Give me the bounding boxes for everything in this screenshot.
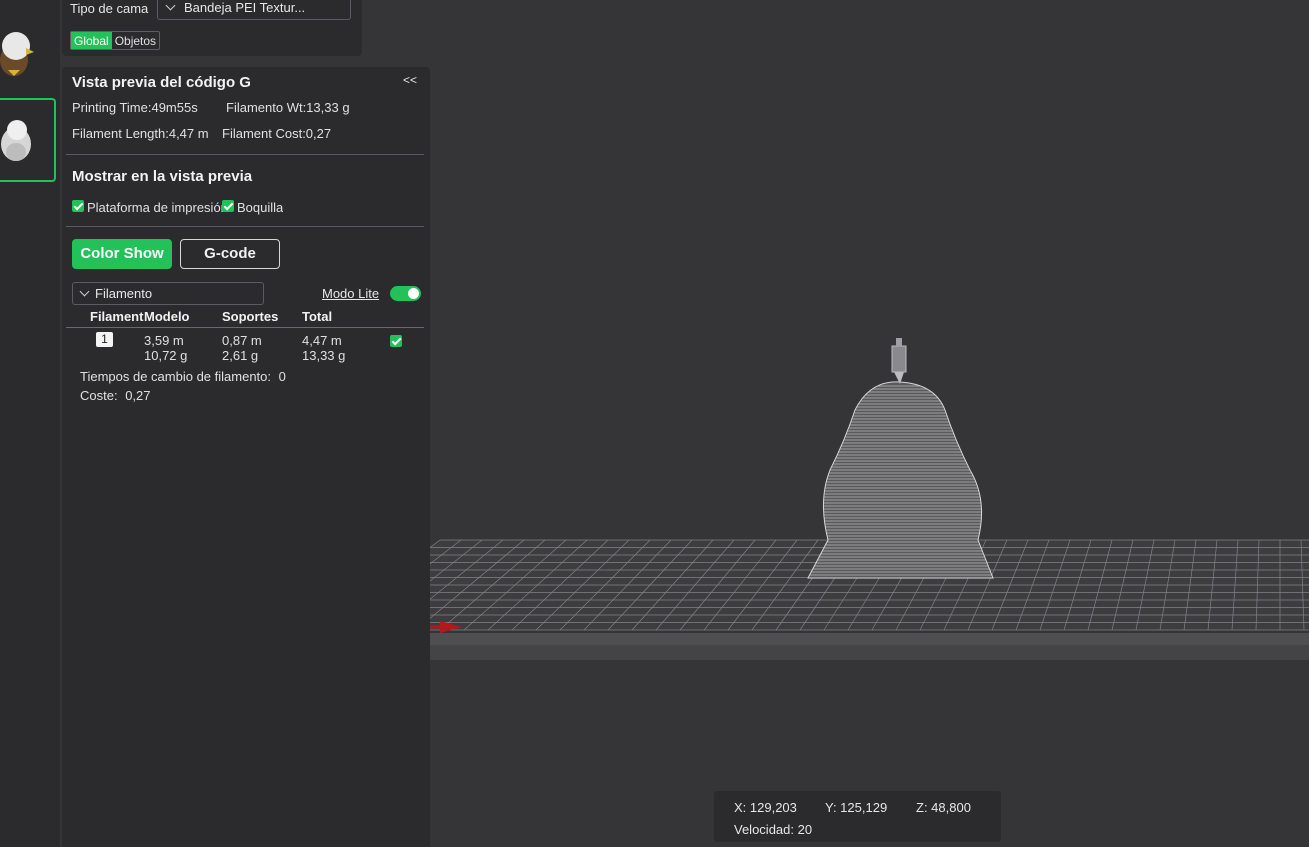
printing-time: Printing Time:49m55s [72,100,198,115]
support-weight: 2,61 g [222,348,259,363]
column-header-supports: Soportes [222,309,279,324]
cost-summary: Coste: 0,27 [80,388,151,403]
view-type-select[interactable]: Filamento [72,282,264,305]
table-divider [66,327,424,328]
object-thumbnail-penguin[interactable] [0,98,56,182]
scope-segmented-control: Global Objetos [70,31,161,50]
coord-z: Z: 48,800 [916,800,971,815]
show-plate-checkbox[interactable] [72,200,84,212]
lite-mode-toggle[interactable] [390,286,421,301]
support-length: 0,87 m [222,333,262,348]
bed-type-select[interactable]: Bandeja PEI Textur... [157,0,351,20]
total-weight: 13,33 g [302,348,346,363]
object-list-strip [0,0,60,847]
object-thumbnail-eagle[interactable] [0,0,56,86]
plate-settings-panel: Tipo de cama Bandeja PEI Textur... Globa… [62,0,362,56]
show-section-title: Mostrar en la vista previa [72,168,253,185]
bed-type-value: Bandeja PEI Textur... [184,0,306,15]
build-plate-edge [278,643,1309,660]
column-header-filament: Filamento [90,309,152,324]
divider [66,226,424,227]
divider [66,154,424,155]
lite-mode-label[interactable]: Modo Lite [322,286,379,301]
color-show-button[interactable]: Color Show [72,239,172,269]
show-nozzle-checkbox[interactable] [222,200,234,212]
show-nozzle-label: Boquilla [237,200,284,215]
filament-length: Filament Length:4,47 m [72,126,209,141]
filament-cost: Filament Cost:0,27 [222,126,332,141]
filament-weight: Filamento Wt:13,33 g [226,100,350,115]
show-plate-label: Plataforma de impresión [87,200,223,215]
chevron-down-icon [79,286,90,297]
gcode-preview-panel: Vista previa del código G << Printing Ti… [62,67,430,847]
coord-x: X: 129,203 [734,800,797,815]
gcode-button[interactable]: G-code [180,239,280,269]
model-weight: 10,72 g [144,348,188,363]
column-header-total: Total [302,309,333,324]
filament-change-times: Tiempos de cambio de filamento: 0 [80,369,286,384]
nozzle [891,338,907,384]
total-length: 4,47 m [302,333,342,348]
panel-title: Vista previa del código G [72,74,251,91]
tab-global[interactable]: Global [71,32,112,49]
bed-type-label: Tipo de cama [70,1,149,16]
column-header-model: Modelo [144,309,190,324]
collapse-panel-button[interactable]: << [403,73,417,87]
speed: Velocidad: 20 [734,822,813,837]
tab-objects[interactable]: Objetos [112,32,159,49]
model-penguin[interactable] [807,381,994,579]
coord-y: Y: 125,129 [825,800,888,815]
filament-visible-checkbox[interactable] [390,335,402,347]
chevron-down-icon [165,0,176,11]
filament-index-badge[interactable]: 1 [96,332,113,347]
view-type-value: Filamento [95,286,153,301]
coordinate-readout: X: 129,203 Y: 125,129 Z: 48,800 Velocida… [714,791,1001,842]
model-length: 3,59 m [144,333,184,348]
